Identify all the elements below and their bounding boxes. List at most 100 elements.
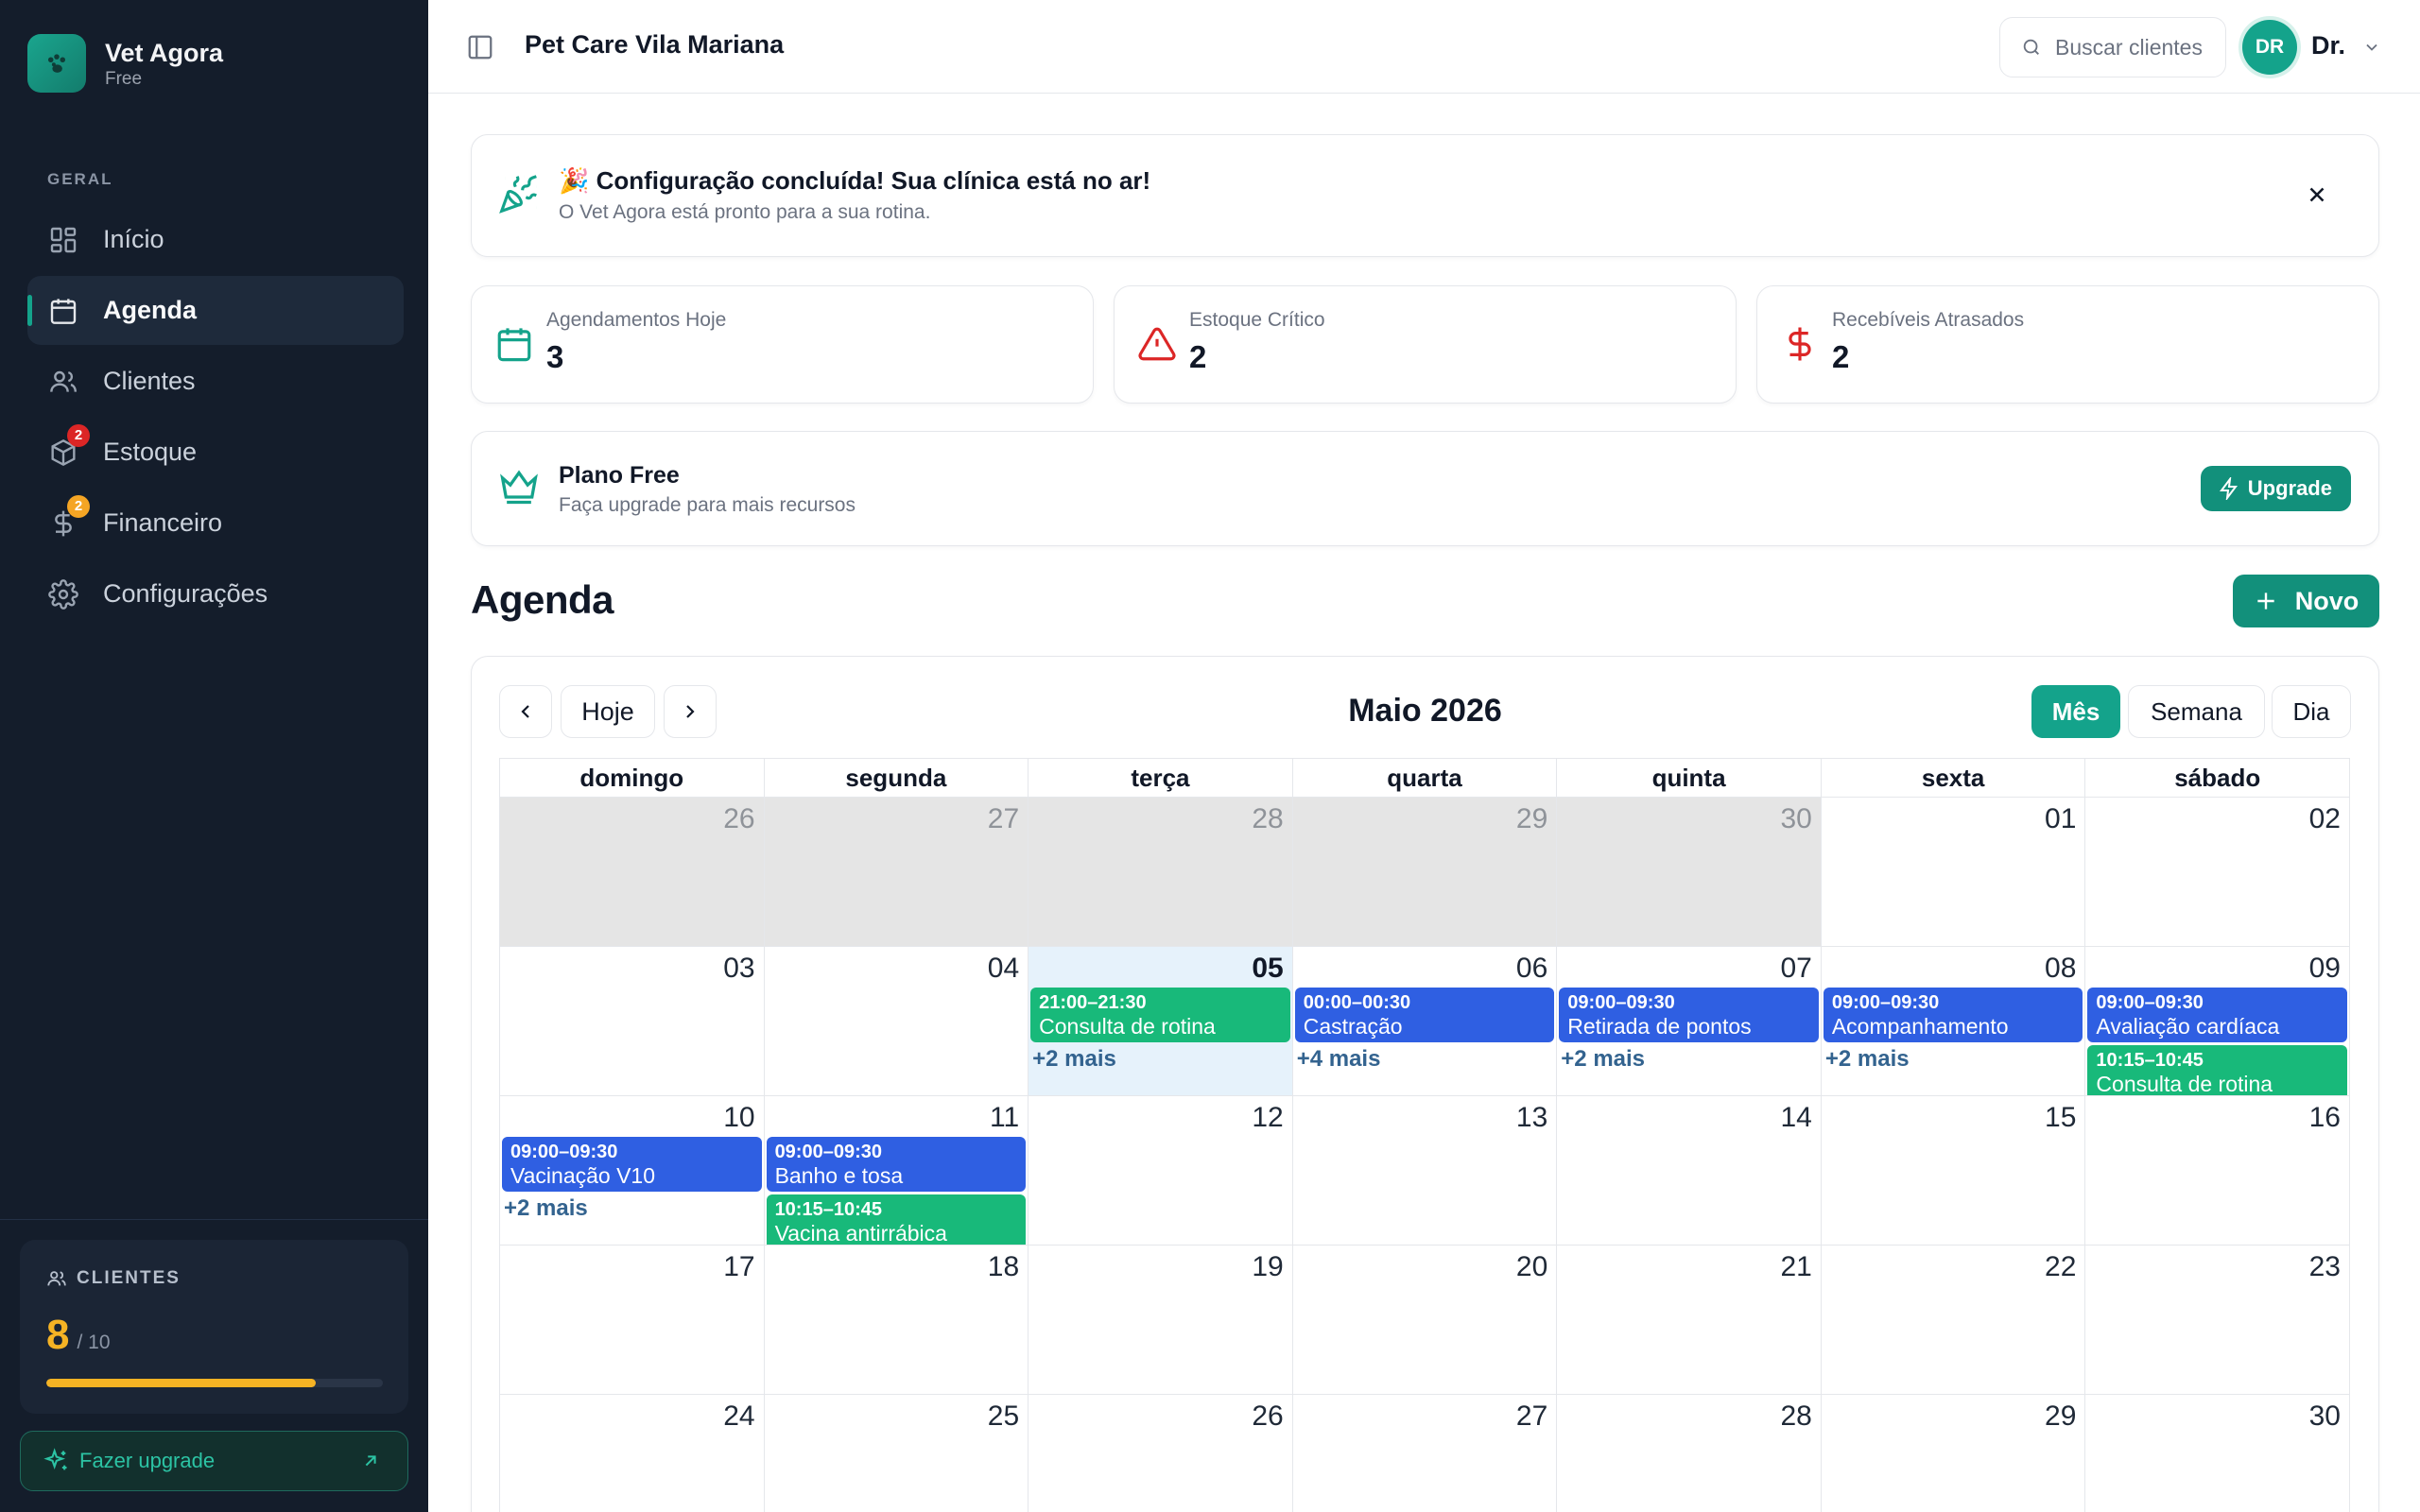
alert-triangle-icon xyxy=(1137,324,1177,364)
day-cell[interactable]: 01 xyxy=(1821,798,2086,947)
more-events-link[interactable]: +2 mais xyxy=(1824,1045,2083,1074)
grid-icon xyxy=(48,225,78,255)
day-cell[interactable]: 10 09:00–09:30 Vacinação V10 +2 mais xyxy=(500,1096,765,1246)
search-input[interactable]: Buscar clientes xyxy=(1999,17,2226,77)
day-cell[interactable]: 23 xyxy=(2085,1246,2350,1395)
day-number: 01 xyxy=(2045,803,2077,834)
sidebar-item-estoque[interactable]: 2 Estoque xyxy=(27,418,404,487)
prev-month-button[interactable] xyxy=(499,685,552,738)
event-chip[interactable]: 21:00–21:30 Consulta de rotina xyxy=(1030,988,1290,1042)
more-events-link[interactable]: +4 mais xyxy=(1295,1045,1555,1074)
clients-max: / 10 xyxy=(77,1332,111,1353)
day-cell[interactable]: 02 xyxy=(2085,798,2350,947)
day-cell[interactable]: 08 09:00–09:30 Acompanhamento +2 mais xyxy=(1821,947,2086,1096)
day-cell[interactable]: 19 xyxy=(1028,1246,1293,1395)
dollar-icon xyxy=(1780,324,1820,364)
view-month-button[interactable]: Mês xyxy=(2031,685,2120,738)
close-icon[interactable] xyxy=(2305,182,2329,207)
search-placeholder: Buscar clientes xyxy=(2055,34,2203,60)
chevron-left-icon xyxy=(514,700,537,723)
calendar-icon xyxy=(494,324,534,364)
stat-card-estoque[interactable]: Estoque Crítico 2 xyxy=(1114,285,1737,404)
day-cell[interactable]: 18 xyxy=(764,1246,1029,1395)
event-chip[interactable]: 09:00–09:30 Avaliação cardíaca xyxy=(2087,988,2347,1042)
user-name[interactable]: Dr. xyxy=(2311,31,2345,60)
day-events: 00:00–00:30 Castração +4 mais xyxy=(1294,988,1555,1074)
stat-card-recebiveis[interactable]: Recebíveis Atrasados 2 xyxy=(1756,285,2379,404)
plus-icon xyxy=(2254,589,2278,613)
sidebar-item-inicio[interactable]: Início xyxy=(27,205,404,274)
sidebar-upgrade-button[interactable]: Fazer upgrade xyxy=(20,1431,408,1491)
day-cell[interactable]: 17 xyxy=(500,1246,765,1395)
day-number: 24 xyxy=(723,1400,755,1432)
day-cell[interactable]: 22 xyxy=(1821,1246,2086,1395)
next-month-button[interactable] xyxy=(664,685,717,738)
view-day-button[interactable]: Dia xyxy=(2272,685,2351,738)
day-number: 16 xyxy=(2308,1102,2341,1133)
day-cell[interactable]: 29 xyxy=(1822,1395,2086,1512)
more-events-link[interactable]: +2 mais xyxy=(502,1194,762,1223)
avatar[interactable]: DR xyxy=(2242,20,2297,75)
day-cell[interactable]: 27 xyxy=(1293,1395,1558,1512)
day-number: 29 xyxy=(2045,1400,2077,1432)
day-cell[interactable]: 14 xyxy=(1557,1096,1822,1246)
more-events-link[interactable]: +2 mais xyxy=(1030,1045,1290,1074)
sidebar-toggle-icon[interactable] xyxy=(466,33,494,61)
day-cell[interactable]: 24 xyxy=(500,1395,765,1512)
event-chip[interactable]: 09:00–09:30 Vacinação V10 xyxy=(502,1137,762,1192)
event-chip[interactable]: 09:00–09:30 Acompanhamento xyxy=(1823,988,2083,1042)
day-cell[interactable]: 28 xyxy=(1557,1395,1822,1512)
chevron-down-icon[interactable] xyxy=(2362,38,2381,57)
sidebar-item-label: Clientes xyxy=(103,367,196,395)
nav-section-label: GERAL xyxy=(47,170,113,188)
stat-card-agendamentos[interactable]: Agendamentos Hoje 3 xyxy=(471,285,1094,404)
day-cell[interactable]: 04 xyxy=(764,947,1029,1096)
weekday-label: segunda xyxy=(764,759,1029,798)
day-number: 20 xyxy=(1515,1251,1548,1282)
day-cell[interactable]: 25 xyxy=(765,1395,1029,1512)
event-chip[interactable]: 00:00–00:30 Castração xyxy=(1294,988,1555,1042)
event-chip[interactable]: 09:00–09:30 Retirada de pontos xyxy=(1559,988,1819,1042)
sidebar-item-agenda[interactable]: Agenda xyxy=(27,276,404,345)
day-cell[interactable]: 07 09:00–09:30 Retirada de pontos +2 mais xyxy=(1557,947,1822,1096)
day-cell-today[interactable]: 05 21:00–21:30 Consulta de rotina +2 mais xyxy=(1028,947,1293,1096)
event-chip[interactable]: 09:00–09:30 Banho e tosa xyxy=(766,1137,1027,1192)
day-cell[interactable]: 11 09:00–09:30 Banho e tosa 10:15–10:45 Vaci… xyxy=(764,1096,1029,1246)
new-appointment-button[interactable]: Novo xyxy=(2233,575,2379,627)
day-cell[interactable]: 21 xyxy=(1557,1246,1822,1395)
sidebar-item-clientes[interactable]: Clientes xyxy=(27,347,404,416)
event-chip[interactable]: 10:15–10:45 Consulta de rotina xyxy=(2087,1045,2347,1095)
day-cell[interactable]: 29 xyxy=(1292,798,1558,947)
brand-plan: Free xyxy=(105,69,143,89)
brand[interactable]: Vet Agora Free xyxy=(27,34,223,93)
day-cell[interactable]: 13 xyxy=(1292,1096,1558,1246)
day-cell[interactable]: 09 09:00–09:30 Avaliação cardíaca 10:15–10:… xyxy=(2085,947,2350,1096)
day-cell[interactable]: 30 xyxy=(1557,798,1822,947)
day-cell[interactable]: 16 xyxy=(2085,1096,2350,1246)
day-number: 28 xyxy=(1252,803,1284,834)
stat-value: 2 xyxy=(1832,339,1850,374)
day-cell[interactable]: 20 xyxy=(1292,1246,1558,1395)
day-cell[interactable]: 28 xyxy=(1028,798,1293,947)
day-cell[interactable]: 26 xyxy=(1028,1395,1293,1512)
more-events-link[interactable]: +2 mais xyxy=(1559,1045,1819,1074)
day-cell[interactable]: 12 xyxy=(1028,1096,1293,1246)
event-title: Consulta de rotina xyxy=(1039,1014,1216,1039)
day-number: 10 xyxy=(723,1102,755,1133)
today-button[interactable]: Hoje xyxy=(561,685,655,738)
day-cell[interactable]: 26 xyxy=(500,798,765,947)
arrow-up-right-icon xyxy=(360,1451,381,1471)
stat-label: Recebíveis Atrasados xyxy=(1832,309,2025,331)
sidebar-item-financeiro[interactable]: 2 Financeiro xyxy=(27,489,404,558)
view-week-button[interactable]: Semana xyxy=(2128,685,2265,738)
day-number: 05 xyxy=(1252,953,1284,984)
day-cell[interactable]: 30 xyxy=(2085,1395,2350,1512)
event-chip[interactable]: 10:15–10:45 Vacina antirrábica xyxy=(766,1194,1027,1245)
day-cell[interactable]: 06 00:00–00:30 Castração +4 mais xyxy=(1292,947,1558,1096)
sidebar-item-label: Agenda xyxy=(103,296,198,324)
sidebar-item-configuracoes[interactable]: Configurações xyxy=(27,559,404,628)
day-cell[interactable]: 27 xyxy=(764,798,1029,947)
upgrade-button[interactable]: Upgrade xyxy=(2200,466,2351,511)
day-cell[interactable]: 15 xyxy=(1821,1096,2086,1246)
day-cell[interactable]: 03 xyxy=(500,947,765,1096)
